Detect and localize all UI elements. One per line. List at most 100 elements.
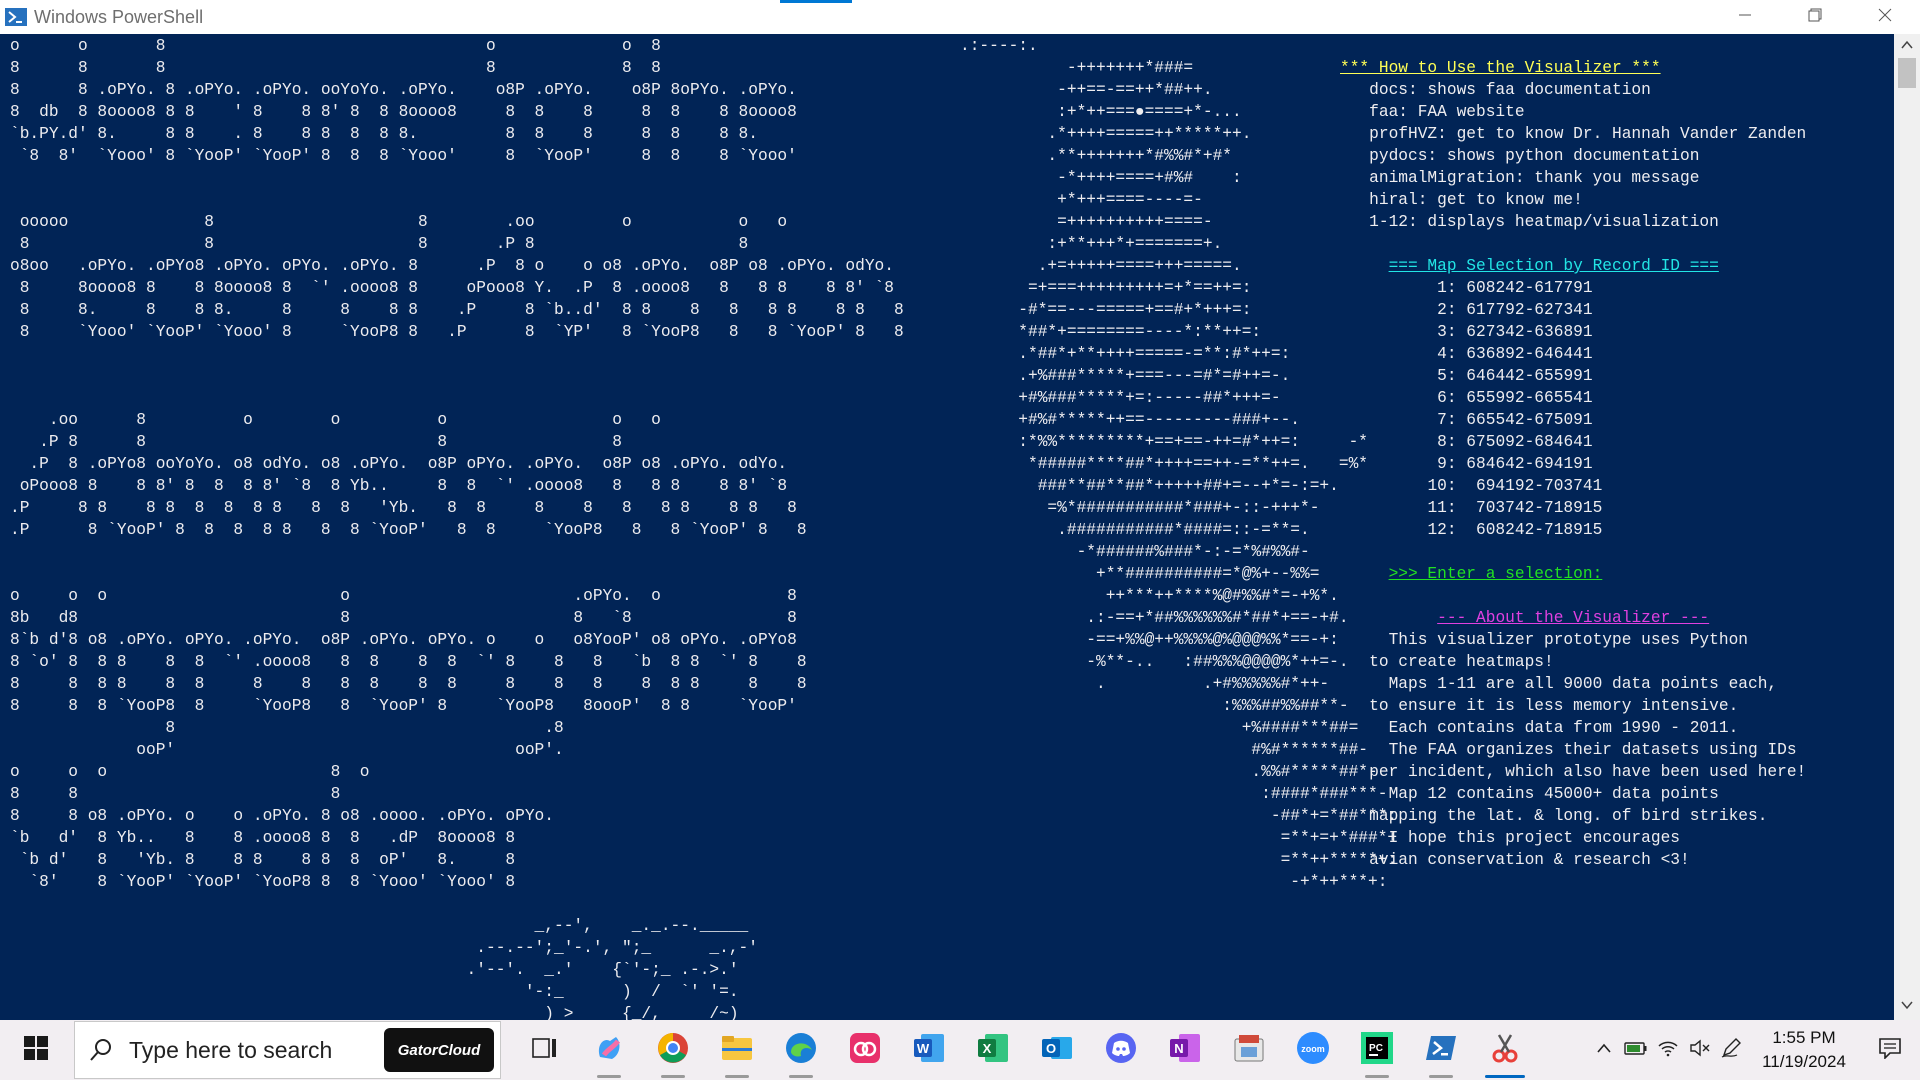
file-explorer-icon bbox=[721, 1034, 753, 1067]
map-item: 5: 646442-655991 bbox=[1437, 367, 1593, 385]
about-line: I hope this project encourages bbox=[1340, 829, 1680, 847]
minimize-icon bbox=[1738, 8, 1752, 27]
snipping-tool-icon bbox=[1489, 1032, 1521, 1069]
taskbar-search[interactable]: Type here to search GatorCloud bbox=[74, 1021, 501, 1079]
battery-button[interactable] bbox=[1620, 1020, 1652, 1080]
menu-text: *** How to Use the Visualizer *** docs: … bbox=[1340, 57, 1806, 871]
outlook-icon: O bbox=[1041, 1033, 1073, 1068]
chrome-icon bbox=[657, 1032, 689, 1069]
svg-text:X: X bbox=[983, 1041, 992, 1056]
show-hidden-icons-button[interactable] bbox=[1588, 1020, 1620, 1080]
pycharm-button[interactable]: PC bbox=[1345, 1020, 1409, 1080]
pen-icon bbox=[1721, 1037, 1743, 1063]
clock-time: 1:55 PM bbox=[1772, 1028, 1836, 1047]
task-view-icon bbox=[532, 1036, 558, 1065]
edge-icon bbox=[785, 1032, 817, 1069]
creative-cloud-button[interactable] bbox=[833, 1020, 897, 1080]
copilot-button[interactable] bbox=[577, 1020, 641, 1080]
svg-text:W: W bbox=[917, 1041, 930, 1056]
edge-button[interactable] bbox=[769, 1020, 833, 1080]
howto-line: profHVZ: get to know Dr. Hannah Vander Z… bbox=[1340, 125, 1807, 143]
howto-title: *** How to Use the Visualizer *** bbox=[1340, 59, 1661, 77]
outlook-button[interactable]: O bbox=[1025, 1020, 1089, 1080]
powershell-taskbar-icon bbox=[1425, 1034, 1457, 1067]
svg-text:N: N bbox=[1174, 1041, 1183, 1056]
scrollbar-thumb[interactable] bbox=[1898, 58, 1916, 88]
minimize-button[interactable] bbox=[1710, 0, 1780, 34]
task-view-button[interactable] bbox=[513, 1020, 577, 1080]
network-button[interactable] bbox=[1652, 1020, 1684, 1080]
taskbar: Type here to search GatorCloud W X O N z… bbox=[0, 1020, 1920, 1080]
start-button[interactable] bbox=[0, 1020, 72, 1080]
chrome-button[interactable] bbox=[641, 1020, 705, 1080]
ascii-bird-art: .:----:. -+++++++*###= -++==-==++*##++. … bbox=[960, 37, 1398, 891]
word-button[interactable]: W bbox=[897, 1020, 961, 1080]
window-title: Windows PowerShell bbox=[34, 6, 204, 27]
map-item: 7: 665542-675091 bbox=[1437, 411, 1593, 429]
map-item: 11: 703742-718915 bbox=[1427, 499, 1603, 517]
console-output[interactable]: o o 8 o o 8 8 8 8 8 8 8 8 8 .oPYo. 8 .oP… bbox=[0, 34, 1894, 1020]
discord-button[interactable] bbox=[1089, 1020, 1153, 1080]
map-item: 1: 608242-617791 bbox=[1437, 279, 1593, 297]
about-line: to create heatmaps! bbox=[1340, 653, 1554, 671]
file-explorer-button[interactable] bbox=[705, 1020, 769, 1080]
about-line: mapping the lat. & long. of bird strikes… bbox=[1340, 807, 1768, 825]
volume-muted-icon bbox=[1689, 1039, 1711, 1062]
map-item: 3: 627342-636891 bbox=[1437, 323, 1593, 341]
map-item: 2: 617792-627341 bbox=[1437, 301, 1593, 319]
taskbar-clock[interactable]: 1:55 PM 11/19/2024 bbox=[1748, 1026, 1860, 1074]
app-button[interactable] bbox=[1217, 1020, 1281, 1080]
about-line: avian conservation & research <3! bbox=[1340, 851, 1690, 869]
howto-line: 1-12: displays heatmap/visualization bbox=[1340, 213, 1719, 231]
title-bar: Windows PowerShell bbox=[0, 0, 1920, 34]
close-icon bbox=[1878, 8, 1892, 27]
svg-text:zoom: zoom bbox=[1301, 1044, 1325, 1054]
search-placeholder: Type here to search bbox=[129, 1036, 333, 1063]
chevron-down-icon bbox=[1900, 998, 1914, 1016]
creative-cloud-icon bbox=[849, 1032, 881, 1069]
onenote-button[interactable]: N bbox=[1153, 1020, 1217, 1080]
pycharm-icon: PC bbox=[1361, 1031, 1393, 1069]
about-title: --- About the Visualizer --- bbox=[1437, 609, 1710, 627]
excel-button[interactable]: X bbox=[961, 1020, 1025, 1080]
svg-text:O: O bbox=[1046, 1041, 1056, 1056]
howto-line: pydocs: shows python documentation bbox=[1340, 147, 1700, 165]
chevron-up-icon bbox=[1596, 1041, 1612, 1059]
snipping-tool-button[interactable] bbox=[1473, 1020, 1537, 1080]
ascii-title-art: o o 8 o o 8 8 8 8 8 8 8 8 8 .oPYo. 8 .oP… bbox=[10, 37, 904, 1020]
howto-line: docs: shows faa documentation bbox=[1340, 81, 1651, 99]
system-tray: 1:55 PM 11/19/2024 bbox=[1588, 1020, 1920, 1080]
about-line: Each contains data from 1990 - 2011. bbox=[1340, 719, 1739, 737]
map-item: 8: 675092-684641 bbox=[1437, 433, 1593, 451]
discord-icon bbox=[1105, 1032, 1137, 1069]
map-item: 6: 655992-665541 bbox=[1437, 389, 1593, 407]
notification-center-button[interactable] bbox=[1860, 1020, 1920, 1080]
vertical-scrollbar[interactable] bbox=[1894, 34, 1920, 1020]
volume-button[interactable] bbox=[1684, 1020, 1716, 1080]
focus-indicator bbox=[780, 0, 852, 3]
scroll-down-button[interactable] bbox=[1894, 998, 1920, 1016]
howto-line: hiral: get to know me! bbox=[1340, 191, 1583, 209]
about-line: Maps 1-11 are all 9000 data points each, bbox=[1340, 675, 1778, 693]
word-icon: W bbox=[913, 1033, 945, 1068]
pen-menu-button[interactable] bbox=[1716, 1020, 1748, 1080]
copilot-icon bbox=[594, 1033, 624, 1068]
windows-logo-icon bbox=[24, 1035, 48, 1065]
powershell-icon bbox=[4, 7, 28, 27]
excel-icon: X bbox=[977, 1033, 1009, 1068]
wifi-icon bbox=[1657, 1039, 1679, 1062]
about-line: Map 12 contains 45000+ data points bbox=[1340, 785, 1719, 803]
powershell-taskbar-button[interactable] bbox=[1409, 1020, 1473, 1080]
app-icon bbox=[1233, 1033, 1265, 1068]
zoom-button[interactable]: zoom bbox=[1281, 1020, 1345, 1080]
restore-button[interactable] bbox=[1780, 0, 1850, 34]
about-line: The FAA organizes their datasets using I… bbox=[1340, 741, 1797, 759]
scroll-up-button[interactable] bbox=[1894, 38, 1920, 56]
close-button[interactable] bbox=[1850, 0, 1920, 34]
gatorcloud-badge[interactable]: GatorCloud bbox=[384, 1028, 494, 1072]
svg-text:PC: PC bbox=[1369, 1043, 1383, 1054]
about-line: per incident, which also have been used … bbox=[1340, 763, 1807, 781]
restore-icon bbox=[1808, 8, 1822, 27]
onenote-icon: N bbox=[1169, 1033, 1201, 1068]
chevron-up-icon bbox=[1900, 38, 1914, 56]
